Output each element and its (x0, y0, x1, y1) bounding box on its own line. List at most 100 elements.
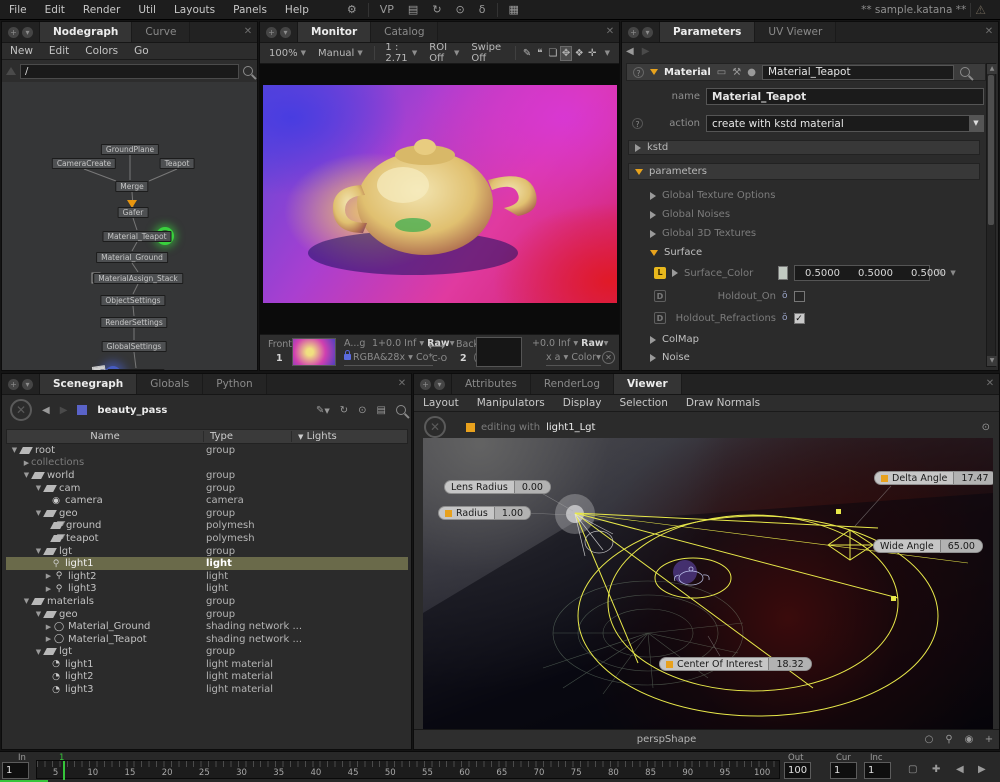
menu-help[interactable]: Help (276, 0, 318, 20)
column-lights[interactable]: ▼ Lights (291, 431, 337, 442)
front-thumbnail[interactable] (292, 338, 336, 366)
add-key-icon[interactable]: ✚ (932, 764, 940, 775)
tree-row-light3[interactable]: ▶⚲light3light (6, 583, 408, 596)
menu-colors[interactable]: Colors (77, 43, 126, 59)
tab-attributes[interactable]: Attributes (452, 374, 531, 394)
back-channels[interactable]: x a ▾ Color▾ (546, 352, 601, 366)
group-surface[interactable]: Surface (650, 247, 702, 258)
group-global-texture-options[interactable]: Global Texture Options (650, 190, 775, 201)
manip-lens-radius[interactable]: Lens Radius 0.00 (444, 480, 551, 494)
node-graph-canvas[interactable]: ≡ GroundPlane CameraCreate Teapot Merge … (2, 82, 257, 370)
zoom-dropdown[interactable]: 100%▼ (264, 48, 311, 59)
column-name[interactable]: Name (7, 431, 203, 442)
scroll-thumb[interactable] (988, 75, 994, 225)
clear-view-icon[interactable]: ✕ (424, 416, 446, 438)
expand-icon[interactable] (650, 69, 658, 75)
playhead[interactable] (63, 761, 65, 780)
scroll-down-icon[interactable]: ▼ (987, 356, 997, 366)
menu-selection[interactable]: Selection (611, 395, 677, 411)
power-icon[interactable]: ⊙ (982, 422, 990, 433)
compare-icon[interactable]: ❖ (574, 48, 585, 59)
in-field[interactable] (2, 762, 29, 779)
tab-nodegraph[interactable]: Nodegraph (40, 22, 132, 42)
menu-display[interactable]: Display (554, 395, 611, 411)
default-badge[interactable]: D (654, 312, 666, 324)
front-channels[interactable]: RGBA&28x ▾ Co* (344, 352, 433, 366)
prev-key-icon[interactable]: ◀ (956, 764, 964, 775)
power-icon[interactable]: ⊙ (449, 3, 472, 16)
tree-row-lgt-light2[interactable]: ◔light2light material (6, 671, 408, 684)
roi-dropdown[interactable]: ROI Off▼ (424, 42, 464, 64)
stopwatch-icon[interactable]: ŏ (782, 291, 788, 301)
node-material-ground[interactable]: Material_Ground (96, 252, 168, 263)
menu-layout[interactable]: Layout (414, 395, 468, 411)
annotation-icon[interactable]: ❝ (534, 48, 545, 59)
link-icon[interactable]: C-O (432, 354, 447, 363)
more-dropdown[interactable]: ▼ (600, 49, 615, 57)
group-noise[interactable]: Noise (650, 352, 690, 363)
tree-row-materials-geo[interactable]: ▼geogroup (6, 608, 408, 621)
dot-icon[interactable]: ● (747, 67, 756, 78)
name-input[interactable] (706, 88, 984, 105)
refresh-icon[interactable]: ↻ (425, 3, 448, 16)
swap-icon[interactable]: ⟷ (428, 339, 445, 353)
tree-row-light1[interactable]: ⚲light1light (6, 557, 408, 570)
pane-split-icon[interactable]: + (628, 27, 639, 38)
pin-icon[interactable]: ⚲ (939, 734, 959, 745)
out-field[interactable] (784, 762, 811, 779)
tree-row-materials-lgt[interactable]: ▼lgtgroup (6, 646, 408, 659)
expanded-icon[interactable] (635, 169, 643, 175)
tree-row-root[interactable]: ▼rootgroup (6, 444, 408, 457)
crosshair-icon[interactable]: ✛ (587, 48, 598, 59)
node-merge[interactable]: Merge (115, 181, 148, 192)
group-global-3d-textures[interactable]: Global 3D Textures (650, 228, 756, 239)
node-search-input[interactable] (20, 64, 239, 79)
tab-renderlog[interactable]: RenderLog (531, 374, 614, 394)
tree-row-collections[interactable]: ▶collections (6, 457, 408, 470)
action-dropdown[interactable]: create with kstd material ▼ (706, 115, 984, 132)
node-material-teapot[interactable]: Material_Teapot (102, 231, 171, 242)
collapsed-icon[interactable] (672, 269, 678, 277)
parameters-group[interactable]: parameters (628, 163, 980, 180)
pane-menu-icon[interactable]: ▾ (22, 379, 33, 390)
frame-marker-icon[interactable]: ▢ (908, 764, 917, 775)
manip-wide-angle[interactable]: Wide Angle 65.00 (873, 539, 983, 553)
holdout-refractions-checkbox[interactable]: ✓ (794, 313, 805, 324)
refresh-icon[interactable]: ↻ (340, 405, 348, 416)
node-globalsettings[interactable]: GlobalSettings (102, 341, 167, 352)
node-teapot[interactable]: Teapot (160, 158, 195, 169)
scrollbar[interactable]: ▲ ▼ (986, 63, 996, 367)
power-icon[interactable]: ⊙ (358, 405, 366, 416)
menu-panels[interactable]: Panels (224, 0, 276, 20)
tree-row-lgt-light1[interactable]: ◔light1light material (6, 658, 408, 671)
chevron-down-icon[interactable]: ▼ (969, 116, 983, 131)
local-badge[interactable]: L (654, 267, 666, 279)
tree-row-lgt-light3[interactable]: ◔light3light material (6, 683, 408, 696)
kstd-group[interactable]: kstd (628, 140, 980, 155)
tree-row-cam[interactable]: ▼camgroup (6, 482, 408, 495)
swipe-toggle[interactable]: Swipe Off (466, 42, 509, 64)
default-badge[interactable]: D (654, 290, 666, 302)
pen-icon[interactable]: ✎ (936, 268, 944, 279)
menu-util[interactable]: Util (129, 0, 165, 20)
help-icon[interactable]: ? (633, 67, 644, 78)
inc-field[interactable] (864, 762, 891, 779)
tree-row-material-ground[interactable]: ▶◯Material_Groundshading network ... (6, 620, 408, 633)
warning-icon[interactable]: ⚠ (975, 3, 986, 17)
search-icon[interactable] (396, 405, 406, 415)
menu-draw-normals[interactable]: Draw Normals (677, 395, 769, 411)
viewport-3d[interactable]: Lens Radius 0.00 Radius 1.00 Delta Angle… (423, 438, 993, 729)
group-global-noises[interactable]: Global Noises (650, 209, 730, 220)
monitor-icon[interactable]: ▤ (377, 405, 386, 416)
column-type[interactable]: Type (203, 431, 291, 442)
pane-menu-icon[interactable]: ▾ (22, 27, 33, 38)
tree-row-teapot[interactable]: teapotpolymesh (6, 532, 408, 545)
manip-center-of-interest[interactable]: Center Of Interest 18.32 (659, 657, 812, 671)
tab-scenegraph[interactable]: Scenegraph (40, 374, 137, 394)
target-icon[interactable]: ◉ (959, 734, 979, 745)
tab-curve[interactable]: Curve (132, 22, 190, 42)
update-mode-dropdown[interactable]: Manual▼ (313, 48, 368, 59)
tree-row-geo[interactable]: ▼geogroup (6, 507, 408, 520)
close-icon[interactable]: ✕ (239, 22, 257, 42)
node-cameracreate[interactable]: CameraCreate (52, 158, 116, 169)
